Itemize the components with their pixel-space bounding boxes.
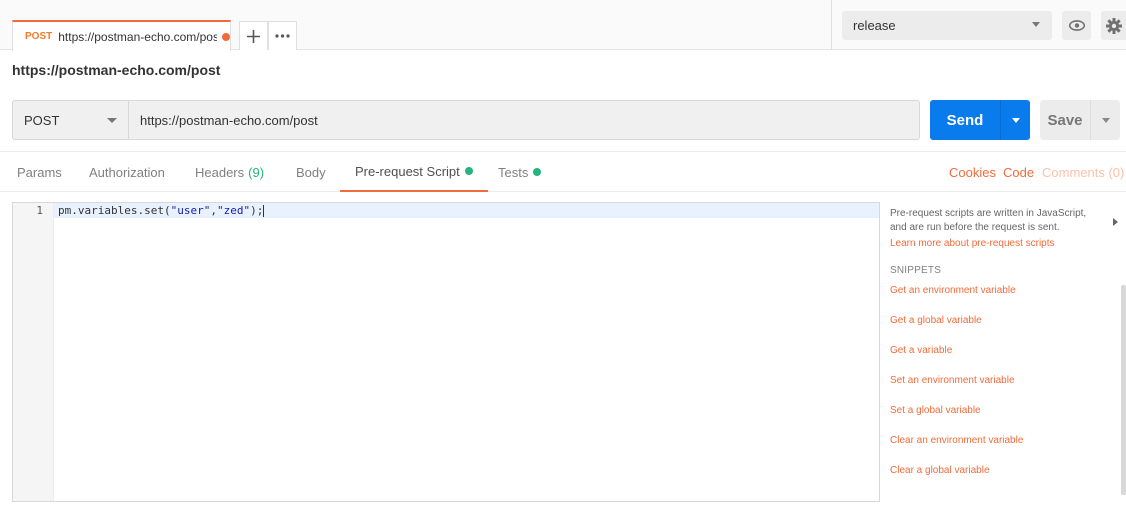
tab-headers-label: Headers (195, 164, 245, 180)
headers-count: (9) (248, 164, 265, 180)
tab-method: POST (25, 31, 53, 42)
active-dot-icon (464, 167, 473, 175)
snippet-item[interactable]: Clear an environment variable (890, 434, 1120, 464)
environment-select-value: release (853, 18, 896, 33)
sidebar-description: Pre-request scripts are written in JavaS… (890, 208, 1087, 233)
request-tabs: Params Authorization Headers (9) Body Pr… (0, 151, 1126, 192)
snippets-sidebar: Pre-request scripts are written in JavaS… (890, 200, 1120, 505)
tab-tests[interactable]: Tests (498, 152, 542, 192)
save-button[interactable]: Save (1040, 100, 1090, 140)
tab-pre-request-script[interactable]: Pre-request Script (340, 152, 488, 192)
new-tab-button[interactable] (239, 21, 268, 50)
snippets-heading: SNIPPETS (890, 265, 942, 276)
chevron-down-icon (1101, 117, 1110, 123)
tab-headers[interactable]: Headers (9) (195, 152, 264, 192)
code-link[interactable]: Code (1003, 152, 1034, 192)
url-input[interactable] (129, 101, 919, 139)
code-comma: , (210, 204, 217, 217)
method-select-value: POST (24, 112, 60, 128)
comments-link[interactable]: Comments (0) (1042, 152, 1124, 192)
tab-params-label: Params (17, 164, 62, 180)
request-tab[interactable]: POST https://postman-echo.com/pos (12, 20, 231, 51)
code-call: pm.variables.set( (58, 204, 171, 217)
tab-tests-label: Tests (498, 164, 529, 180)
sidebar-scrollbar[interactable] (1121, 285, 1126, 495)
request-title[interactable]: https://postman-echo.com/post (12, 62, 220, 78)
snippets-list: Get an environment variable Get a global… (890, 284, 1120, 494)
line-number: 1 (36, 204, 43, 217)
topbar-divider (831, 0, 832, 50)
tab-body[interactable]: Body (296, 152, 326, 192)
eye-icon (1068, 20, 1085, 31)
tab-body-label: Body (296, 164, 326, 180)
code-string: "zed" (216, 204, 251, 217)
collapse-sidebar-icon[interactable] (1113, 218, 1118, 226)
plus-icon (247, 29, 260, 43)
code-end: ); (250, 204, 264, 217)
tab-authorization-label: Authorization (89, 164, 165, 180)
text-cursor (263, 205, 265, 217)
tab-bar: POST https://postman-echo.com/pos releas… (0, 0, 1126, 51)
active-dot-icon (533, 168, 542, 176)
chevron-down-icon (107, 118, 117, 123)
url-bar: POST (12, 100, 920, 140)
method-select[interactable]: POST (13, 101, 129, 139)
gear-icon (1105, 17, 1122, 34)
tab-params[interactable]: Params (17, 152, 62, 192)
cookies-link[interactable]: Cookies (949, 152, 996, 192)
chevron-down-icon (1032, 22, 1040, 27)
script-editor[interactable]: 1 pm.variables.set("user","zed"); (12, 202, 880, 502)
send-button[interactable]: Send (930, 100, 1000, 140)
manage-environments-button[interactable] (1101, 11, 1126, 40)
snippet-item[interactable]: Get a global variable (890, 314, 1120, 344)
unsaved-dot-icon (222, 32, 230, 41)
environment-select[interactable]: release (842, 11, 1052, 40)
snippet-item[interactable]: Clear a global variable (890, 464, 1120, 494)
more-icon (275, 34, 290, 38)
code-string: "user" (170, 204, 211, 217)
snippet-item[interactable]: Get an environment variable (890, 284, 1120, 314)
tab-pre-request-script-label: Pre-request Script (355, 163, 460, 179)
snippet-item[interactable]: Get a variable (890, 344, 1120, 374)
chevron-down-icon (1011, 117, 1020, 123)
environment-quick-look-button[interactable] (1062, 11, 1091, 40)
learn-more-link[interactable]: Learn more about pre-request scripts (890, 238, 1120, 249)
snippet-item[interactable]: Set an environment variable (890, 374, 1120, 404)
code-line[interactable]: pm.variables.set("user","zed"); (58, 204, 265, 217)
send-options-button[interactable] (1000, 100, 1030, 140)
tab-authorization[interactable]: Authorization (89, 152, 165, 192)
snippet-item[interactable]: Set a global variable (890, 404, 1120, 434)
editor-gutter (13, 203, 54, 501)
save-options-button[interactable] (1090, 100, 1120, 140)
tab-url: https://postman-echo.com/pos (58, 29, 218, 44)
tab-more-button[interactable] (268, 21, 297, 50)
